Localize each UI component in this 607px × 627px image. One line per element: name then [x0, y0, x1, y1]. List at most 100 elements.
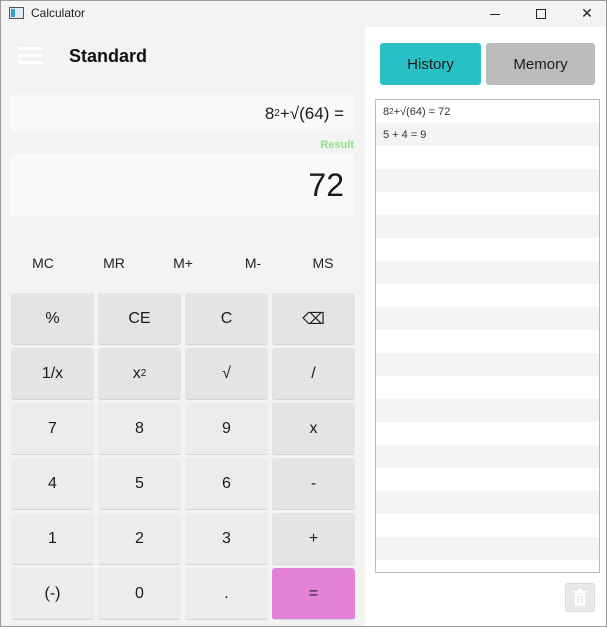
expression-display: 82 +√(64) =: [11, 95, 354, 132]
history-list[interactable]: 82 +√(64) = 72 5 + 4 = 9: [375, 99, 600, 573]
memory-recall-button[interactable]: MR: [84, 249, 144, 277]
key-digit-6[interactable]: 6: [185, 458, 268, 510]
history-text: 5 + 4 = 9: [383, 128, 427, 141]
memory-add-button[interactable]: M+: [153, 249, 213, 277]
expression-rest: +√(64) =: [279, 103, 344, 123]
key-label: /: [311, 364, 316, 382]
key-reciprocal[interactable]: 1/x: [11, 348, 94, 400]
tab-memory[interactable]: Memory: [486, 43, 595, 85]
history-empty-row: [376, 146, 599, 169]
key-clear-entry[interactable]: CE: [98, 293, 181, 345]
calculator-window: Calculator ✕ Standard 82 +√(64) = Result…: [0, 0, 607, 627]
history-item[interactable]: 5 + 4 = 9: [376, 123, 599, 146]
memory-row: MC MR M+ M- MS: [1, 249, 365, 277]
key-digit-1[interactable]: 1: [11, 513, 94, 565]
key-label: .: [224, 584, 229, 602]
history-empty-row: [376, 468, 599, 491]
hamburger-menu-icon[interactable]: [18, 47, 44, 65]
result-label: Result: [320, 139, 354, 151]
key-label: 2: [135, 529, 144, 547]
key-digit-8[interactable]: 8: [98, 403, 181, 455]
key-label: =: [308, 584, 319, 602]
key-divide[interactable]: /: [272, 348, 355, 400]
history-text: +√(64) = 72: [393, 105, 451, 118]
history-empty-row: [376, 445, 599, 468]
key-negate[interactable]: (-): [11, 568, 94, 620]
key-digit-7[interactable]: 7: [11, 403, 94, 455]
maximize-icon: [536, 9, 546, 19]
minimize-button[interactable]: [472, 1, 518, 27]
key-digit-9[interactable]: 9: [185, 403, 268, 455]
key-square[interactable]: x2: [98, 348, 181, 400]
key-label: 8: [135, 419, 144, 437]
memory-clear-button[interactable]: MC: [13, 249, 73, 277]
maximize-button[interactable]: [518, 1, 564, 27]
result-value: 72: [308, 166, 344, 203]
key-label: ⌫: [302, 310, 325, 328]
key-label: 7: [48, 419, 57, 437]
history-empty-row: [376, 238, 599, 261]
history-empty-row: [376, 330, 599, 353]
history-empty-row: [376, 514, 599, 537]
history-empty-row: [376, 422, 599, 445]
key-clear[interactable]: C: [185, 293, 268, 345]
key-decimal[interactable]: .: [185, 568, 268, 620]
key-square-root[interactable]: √: [185, 348, 268, 400]
history-empty-row: [376, 353, 599, 376]
history-empty-row: [376, 491, 599, 514]
calculator-app-icon: [9, 7, 24, 19]
key-label: (-): [44, 584, 61, 602]
key-digit-4[interactable]: 4: [11, 458, 94, 510]
trash-icon: [573, 589, 587, 606]
clear-history-button[interactable]: [565, 583, 595, 612]
key-multiply[interactable]: x: [272, 403, 355, 455]
result-display: 72: [11, 154, 354, 216]
key-digit-3[interactable]: 3: [185, 513, 268, 565]
key-label: C: [220, 309, 233, 327]
key-subtract[interactable]: -: [272, 458, 355, 510]
key-percent[interactable]: %: [11, 293, 94, 345]
key-label: 4: [48, 474, 57, 492]
key-label: 3: [222, 529, 231, 547]
history-empty-row: [376, 215, 599, 238]
key-label: CE: [128, 309, 151, 327]
close-icon: ✕: [581, 6, 593, 22]
key-label: x: [132, 364, 141, 382]
close-button[interactable]: ✕: [564, 1, 606, 27]
key-label: -: [310, 474, 317, 492]
key-digit-0[interactable]: 0: [98, 568, 181, 620]
history-empty-row: [376, 307, 599, 330]
title-bar: Calculator ✕: [1, 1, 606, 27]
window-title: Calculator: [31, 6, 86, 20]
side-panel: History Memory 82 +√(64) = 72 5 + 4 = 9: [365, 27, 606, 626]
key-label: %: [45, 309, 60, 327]
key-label: +: [308, 529, 319, 547]
minimize-icon: [490, 13, 500, 15]
history-empty-row: [376, 169, 599, 192]
history-empty-row: [376, 192, 599, 215]
memory-subtract-button[interactable]: M-: [223, 249, 283, 277]
history-empty-row: [376, 537, 599, 560]
history-empty-row: [376, 261, 599, 284]
history-empty-row: [376, 376, 599, 399]
expression-base: 8: [264, 103, 275, 123]
memory-store-button[interactable]: MS: [293, 249, 353, 277]
key-backspace[interactable]: ⌫: [272, 293, 355, 345]
key-label: 1/x: [41, 364, 64, 382]
mode-title: Standard: [69, 46, 148, 66]
key-label: √: [222, 364, 231, 382]
key-label: 1: [48, 529, 57, 547]
key-digit-2[interactable]: 2: [98, 513, 181, 565]
tab-history[interactable]: History: [380, 43, 481, 85]
key-label: 0: [135, 584, 144, 602]
key-equals[interactable]: =: [272, 568, 355, 620]
key-label: 6: [222, 474, 231, 492]
history-empty-row: [376, 284, 599, 307]
history-empty-row: [376, 399, 599, 422]
key-digit-5[interactable]: 5: [98, 458, 181, 510]
key-add[interactable]: +: [272, 513, 355, 565]
key-label: 5: [135, 474, 144, 492]
calculator-panel: Standard 82 +√(64) = Result 72 MC MR M+ …: [1, 27, 365, 626]
key-label: x: [309, 419, 318, 437]
history-item[interactable]: 82 +√(64) = 72: [376, 100, 599, 123]
